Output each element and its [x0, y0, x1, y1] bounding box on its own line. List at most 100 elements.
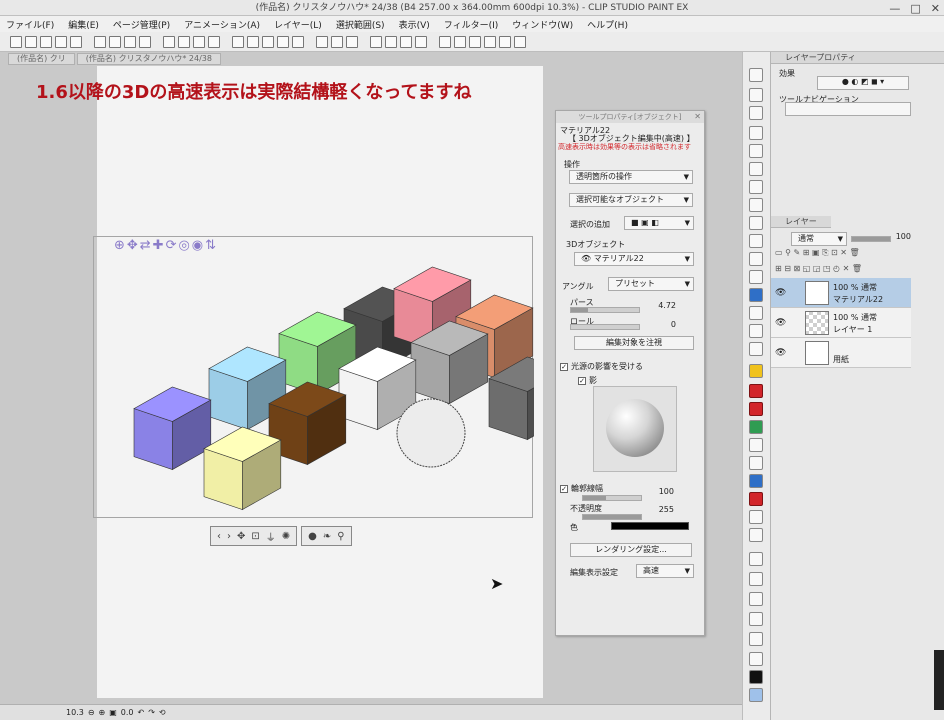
- brush-tool-icon[interactable]: [749, 198, 763, 212]
- menu-window[interactable]: ウィンドウ(W): [512, 18, 573, 31]
- eye-icon[interactable]: 👁: [581, 254, 591, 263]
- tab-document-2[interactable]: (作品名) クリスタノウハウ* 24/38: [76, 53, 221, 65]
- prev-icon[interactable]: ‹: [217, 531, 221, 542]
- undo-icon[interactable]: [232, 35, 244, 48]
- rotate-right-icon[interactable]: [454, 35, 466, 48]
- select-icon[interactable]: [277, 35, 289, 48]
- figure-tool-icon[interactable]: [749, 324, 763, 338]
- transform-icon[interactable]: [139, 35, 151, 48]
- rect-icon[interactable]: [400, 35, 412, 48]
- lasso-tool-icon[interactable]: [749, 126, 763, 140]
- visibility-eye-icon[interactable]: 👁: [775, 348, 786, 358]
- light-icon[interactable]: ✺: [282, 531, 290, 542]
- gradient-tool-icon[interactable]: [749, 306, 763, 320]
- reference-tool-icon[interactable]: [749, 572, 763, 586]
- focus-target-button[interactable]: 編集対象を注視: [574, 336, 694, 350]
- angle-value[interactable]: 0.0: [121, 708, 134, 717]
- ground-icon[interactable]: ⏚: [266, 529, 276, 544]
- 3d-object-select[interactable]: 👁 マテリアル22 ▼: [574, 252, 694, 266]
- eyedropper-tool-icon[interactable]: [749, 144, 763, 158]
- settings-icon[interactable]: [514, 35, 526, 48]
- effect-toggle-icons[interactable]: ● ◐ ◩ ◼ ▾: [817, 76, 909, 90]
- balloon-tool-icon[interactable]: [749, 402, 763, 416]
- close-button[interactable]: ✕: [931, 1, 940, 17]
- panel-tool-icon[interactable]: [749, 456, 763, 470]
- save-icon[interactable]: [70, 35, 82, 48]
- correction-tool-icon[interactable]: [749, 420, 763, 434]
- outline-checkbox[interactable]: ✓: [560, 484, 568, 493]
- layer-property-header[interactable]: レイヤープロパティ: [771, 52, 944, 64]
- fill-icon[interactable]: [208, 35, 220, 48]
- layer-tab[interactable]: レイヤー: [771, 216, 831, 228]
- menu-filter[interactable]: フィルター(I): [444, 18, 499, 31]
- light-preview[interactable]: [593, 386, 677, 472]
- guide-icon[interactable]: [346, 35, 358, 48]
- open-icon[interactable]: [55, 35, 67, 48]
- rotate-right-icon[interactable]: ↷: [148, 708, 155, 717]
- cube-object[interactable]: [203, 426, 282, 511]
- preset-select[interactable]: プリセット ▼: [608, 277, 694, 291]
- paste-icon[interactable]: [178, 35, 190, 48]
- pose-icon[interactable]: ❧: [323, 531, 331, 542]
- wave-icon[interactable]: [499, 35, 511, 48]
- menu-selection[interactable]: 選択範囲(S): [336, 18, 385, 31]
- fit-window-icon[interactable]: ▣: [109, 708, 117, 717]
- cut-icon[interactable]: [163, 35, 175, 48]
- layer-opacity-slider[interactable]: [851, 236, 891, 242]
- ball-icon[interactable]: ●: [308, 531, 317, 542]
- zoom-value[interactable]: 10.3: [66, 708, 84, 717]
- display-setting-select[interactable]: 高速 ▼: [636, 564, 694, 578]
- visibility-eye-icon[interactable]: 👁: [775, 288, 786, 298]
- layer-command-icons-2[interactable]: ⊞ ⊟ ⊠ ◱ ◲ ◳ ◴ ✕ 🗑: [775, 264, 941, 278]
- blend-mode-select[interactable]: 通常 ▼: [791, 232, 847, 246]
- sphere-object[interactable]: [396, 398, 466, 468]
- render-settings-button[interactable]: レンダリング設定...: [570, 543, 692, 557]
- menu-view[interactable]: 表示(V): [399, 18, 430, 31]
- crop-icon[interactable]: [385, 35, 397, 48]
- reset-rotation-icon[interactable]: ⟲: [159, 708, 166, 717]
- redo-icon[interactable]: [247, 35, 259, 48]
- new-file-icon[interactable]: [10, 35, 22, 48]
- move-tool-icon[interactable]: [749, 88, 763, 102]
- menu-page[interactable]: ページ管理(P): [113, 18, 170, 31]
- visibility-eye-icon[interactable]: 👁: [775, 318, 786, 328]
- frame-tool-icon[interactable]: [749, 342, 763, 356]
- pencil-tool-icon[interactable]: [749, 180, 763, 194]
- menu-edit[interactable]: 編集(E): [68, 18, 99, 31]
- tab-document-1[interactable]: (作品名) クリ: [8, 53, 75, 65]
- grid-icon[interactable]: [331, 35, 343, 48]
- camera-icon[interactable]: ✥: [237, 531, 245, 542]
- next-icon[interactable]: ›: [227, 531, 231, 542]
- menu-layer[interactable]: レイヤー(L): [274, 18, 322, 31]
- roll-slider[interactable]: [570, 324, 640, 330]
- export-icon[interactable]: [94, 35, 106, 48]
- spiral-icon[interactable]: [484, 35, 496, 48]
- fit-icon[interactable]: ⊡: [251, 531, 259, 542]
- 3d-move-manipulator[interactable]: ⊕✥⇄✚⟳◎◉⇅: [114, 238, 218, 253]
- 3d-scene[interactable]: [94, 237, 567, 519]
- circle-tool-icon[interactable]: [749, 510, 763, 524]
- layer-command-icons[interactable]: ▭ ⚲ ✎ ⊞ ▣ ⎘ ⊡ ✕ 🗑: [775, 248, 941, 262]
- flip-icon[interactable]: [469, 35, 481, 48]
- a-text-icon[interactable]: [749, 474, 763, 488]
- sub-color-swatch[interactable]: [749, 688, 763, 702]
- opacity-slider[interactable]: [582, 514, 642, 520]
- frame-icon[interactable]: [370, 35, 382, 48]
- menu-file[interactable]: ファイル(F): [6, 18, 54, 31]
- minimize-button[interactable]: —: [889, 1, 900, 17]
- airbrush-tool-icon[interactable]: [749, 216, 763, 230]
- text-tool-icon[interactable]: [749, 384, 763, 398]
- decoration-tool-icon[interactable]: [749, 234, 763, 248]
- main-color-swatch[interactable]: [749, 670, 763, 684]
- selectable-object-select[interactable]: 選択可能なオブジェクト ▼: [569, 193, 693, 207]
- lasso-icon[interactable]: [292, 35, 304, 48]
- selection-add-select[interactable]: ■ ▣ ◧ ▼: [624, 216, 694, 230]
- arrow-tool-icon[interactable]: [749, 592, 763, 606]
- clear-icon[interactable]: [193, 35, 205, 48]
- brush-icon[interactable]: [124, 35, 136, 48]
- zoom-tool-icon[interactable]: [749, 68, 763, 82]
- cmyk-tool-icon[interactable]: [749, 652, 763, 666]
- a-text-red-icon[interactable]: [749, 492, 763, 506]
- puppet-tool-icon[interactable]: [749, 612, 763, 626]
- select-tool-icon[interactable]: [749, 106, 763, 120]
